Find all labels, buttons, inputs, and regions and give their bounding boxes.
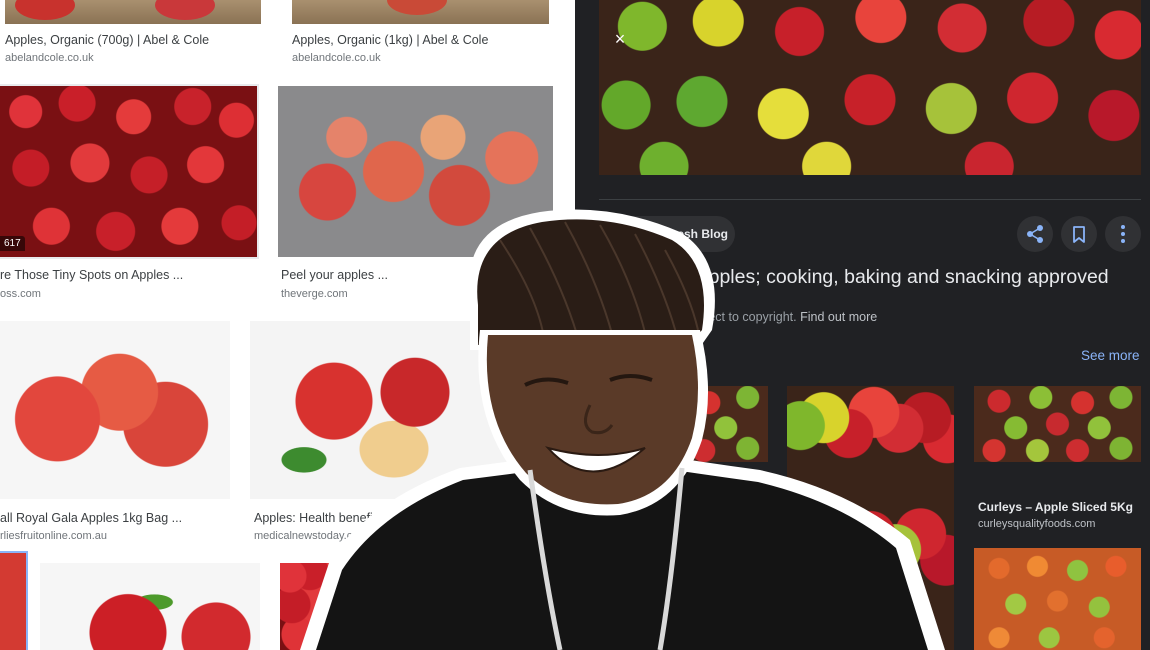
result-thumbnail[interactable] <box>250 321 550 499</box>
result-tile-royal-gala[interactable]: all Royal Gala Apples 1kg Bag ... rliesf… <box>0 321 232 546</box>
result-domain: oss.com <box>0 288 41 300</box>
related-image[interactable] <box>974 548 1141 650</box>
related-domain: curleysqualityfoods.com <box>978 518 1096 530</box>
bookmark-icon <box>1073 226 1085 243</box>
source-name: HelloFresh Blog <box>636 227 729 241</box>
globe-icon <box>611 226 627 242</box>
result-tile-bottom-3[interactable] <box>280 563 380 650</box>
image-title[interactable]: to Apples; cooking, baking and snacking … <box>675 266 1109 289</box>
result-tile-bottom-2[interactable] <box>40 563 262 650</box>
related-image-curleys[interactable] <box>974 386 1141 462</box>
result-domain: rliesfruitonline.com.au <box>0 530 107 542</box>
result-thumbnail[interactable] <box>278 86 553 257</box>
result-thumbnail[interactable] <box>40 563 260 650</box>
close-icon[interactable]: × <box>609 28 631 50</box>
result-domain: medicalnewstoday.com <box>254 530 368 542</box>
copyright-notice: e subject to copyright. Find out more <box>675 310 877 324</box>
result-caption[interactable]: re Those Tiny Spots on Apples ... <box>0 268 258 282</box>
find-out-more-link[interactable]: Find out more <box>800 310 877 324</box>
result-tile-health-benefits[interactable]: Apples: Health benefits, facts, re medic… <box>250 321 550 546</box>
see-more-link[interactable]: See more <box>1081 348 1140 363</box>
result-domain: theverge.com <box>281 288 348 300</box>
result-caption[interactable]: all Royal Gala Apples 1kg Bag ... <box>0 511 232 525</box>
source-chip[interactable]: HelloFresh Blog <box>601 216 735 252</box>
result-thumbnail[interactable]: 617 <box>0 84 259 259</box>
result-thumbnail[interactable] <box>0 551 28 650</box>
result-thumbnail[interactable] <box>280 563 380 650</box>
result-badge: 617 <box>0 236 25 251</box>
image-results-grid: Apples, Organic (700g) | Abel & Cole abe… <box>0 0 575 650</box>
result-caption[interactable]: Peel your apples ... <box>281 268 539 282</box>
result-caption[interactable]: Apples, Organic (700g) | Abel & Cole <box>5 33 263 47</box>
result-caption[interactable]: Apples, Organic (1kg) | Abel & Cole <box>292 33 550 47</box>
related-caption[interactable]: Curleys – Apple Sliced 5Kg <box>978 500 1133 514</box>
result-domain: abelandcole.co.uk <box>5 52 94 64</box>
preview-image[interactable] <box>599 0 1141 175</box>
related-image[interactable] <box>787 386 954 650</box>
save-button[interactable] <box>1061 216 1097 252</box>
result-caption[interactable]: Apples: Health benefits, facts, re <box>254 511 504 525</box>
more-options-button[interactable] <box>1105 216 1141 252</box>
result-thumbnail[interactable] <box>0 321 230 499</box>
result-thumbnail[interactable] <box>5 0 261 24</box>
copyright-text: e subject to copyright. <box>675 310 797 324</box>
image-preview-panel: × HelloFresh Blog to Apples; cooking, ba… <box>575 0 1150 650</box>
result-tile-abel-1kg[interactable]: Apples, Organic (1kg) | Abel & Cole abel… <box>290 0 555 70</box>
result-domain: abelandcole.co.uk <box>292 52 381 64</box>
result-tile-tiny-spots[interactable]: 617 re Those Tiny Spots on Apples ... os… <box>0 84 259 301</box>
share-button[interactable] <box>1017 216 1053 252</box>
result-tile-abel-700g[interactable]: Apples, Organic (700g) | Abel & Cole abe… <box>0 0 265 70</box>
related-image[interactable] <box>599 386 768 462</box>
related-images-label: s <box>683 348 690 364</box>
result-tile-bottom-1[interactable] <box>0 551 28 650</box>
more-vert-icon <box>1121 225 1125 243</box>
result-thumbnail[interactable] <box>292 0 549 24</box>
share-icon <box>1027 225 1043 243</box>
divider <box>599 199 1141 200</box>
result-tile-peel-apples[interactable]: Peel your apples ... theverge.com <box>278 86 554 301</box>
